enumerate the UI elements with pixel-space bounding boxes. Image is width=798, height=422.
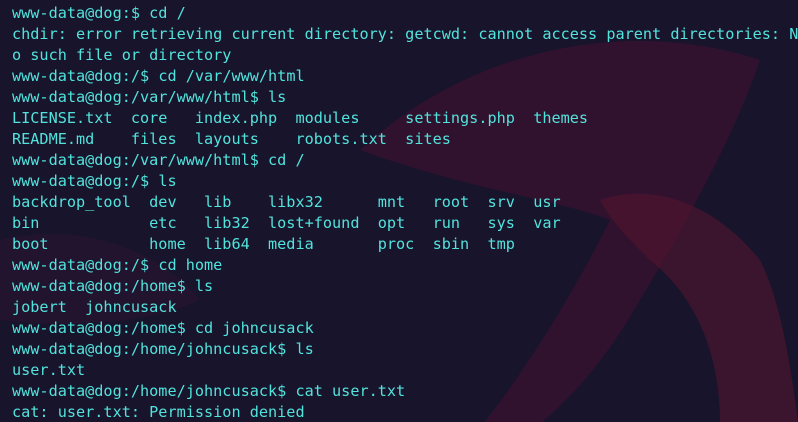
output-text: jobert johncusack xyxy=(12,298,177,316)
shell-prompt: www-data@dog:/$ xyxy=(12,172,159,190)
shell-command: cd /var/www/html xyxy=(158,67,305,85)
output-text: README.md files layouts robots.txt sites xyxy=(12,130,451,148)
command-line: www-data@dog:/$ cd /var/www/html xyxy=(12,66,798,87)
output-text: backdrop_tool dev lib libx32 mnt root sr… xyxy=(12,193,561,211)
shell-prompt: www-data@dog:/home$ xyxy=(12,319,195,337)
output-text: cat: user.txt: Permission denied xyxy=(12,403,305,421)
shell-command: cd / xyxy=(149,4,186,22)
output-line: backdrop_tool dev lib libx32 mnt root sr… xyxy=(12,192,798,213)
shell-command: ls xyxy=(268,88,287,106)
command-line: www-data@dog:/home/johncusack$ cat user.… xyxy=(12,381,798,402)
shell-command: cd home xyxy=(158,256,223,274)
output-line: user.txt xyxy=(12,360,798,381)
shell-command: cd / xyxy=(268,151,305,169)
output-text: user.txt xyxy=(12,361,86,379)
shell-command: ls xyxy=(194,277,214,295)
command-line: www-data@dog:/home$ ls xyxy=(12,276,798,297)
shell-command: cd johncusack xyxy=(194,319,314,337)
shell-prompt: www-data@dog:/home/johncusack$ xyxy=(12,340,296,358)
command-line: www-data@dog:$ cd / xyxy=(12,3,798,24)
shell-prompt: www-data@dog:/home$ xyxy=(12,277,195,295)
shell-prompt: www-data@dog:$ xyxy=(12,4,150,22)
command-line: www-data@dog:/var/www/html$ ls xyxy=(12,87,798,108)
output-line: LICENSE.txt core index.php modules setti… xyxy=(12,108,798,129)
command-line: www-data@dog:/home/johncusack$ ls xyxy=(12,339,798,360)
command-line: www-data@dog:/$ cd home xyxy=(12,255,798,276)
output-text: bin etc lib32 lost+found opt run sys var xyxy=(12,214,561,232)
output-line: cat: user.txt: Permission denied xyxy=(12,402,798,422)
output-line: README.md files layouts robots.txt sites xyxy=(12,129,798,150)
output-line: jobert johncusack xyxy=(12,297,798,318)
command-line: www-data@dog:/var/www/html$ cd / xyxy=(12,150,798,171)
terminal-output: www-data@dog:$ cd / chdir: error retrievi… xyxy=(12,3,798,422)
output-text: boot home lib64 media proc sbin tmp xyxy=(12,235,515,253)
shell-prompt: www-data@dog:/home/johncusack$ xyxy=(12,382,296,400)
output-line: o such file or directory xyxy=(12,45,798,66)
command-line: www-data@dog:/$ ls xyxy=(12,171,798,192)
shell-prompt: www-data@dog:/var/www/html$ xyxy=(12,151,269,169)
output-text: LICENSE.txt core index.php modules setti… xyxy=(12,109,589,127)
command-line: www-data@dog:/home$ cd johncusack xyxy=(12,318,798,339)
output-text: o such file or directory xyxy=(12,46,232,64)
shell-prompt: www-data@dog:/$ xyxy=(12,256,159,274)
shell-command: cat user.txt xyxy=(295,382,406,400)
shell-prompt: www-data@dog:/$ xyxy=(12,67,159,85)
output-text: chdir: error retrieving current director… xyxy=(12,25,798,43)
shell-command: ls xyxy=(295,340,314,358)
shell-command: ls xyxy=(158,172,177,190)
output-line: boot home lib64 media proc sbin tmp xyxy=(12,234,798,255)
terminal-window[interactable]: www-data@dog:$ cd / chdir: error retrievi… xyxy=(0,0,798,422)
output-line: chdir: error retrieving current director… xyxy=(12,24,798,45)
shell-prompt: www-data@dog:/var/www/html$ xyxy=(12,88,269,106)
output-line: bin etc lib32 lost+found opt run sys var xyxy=(12,213,798,234)
